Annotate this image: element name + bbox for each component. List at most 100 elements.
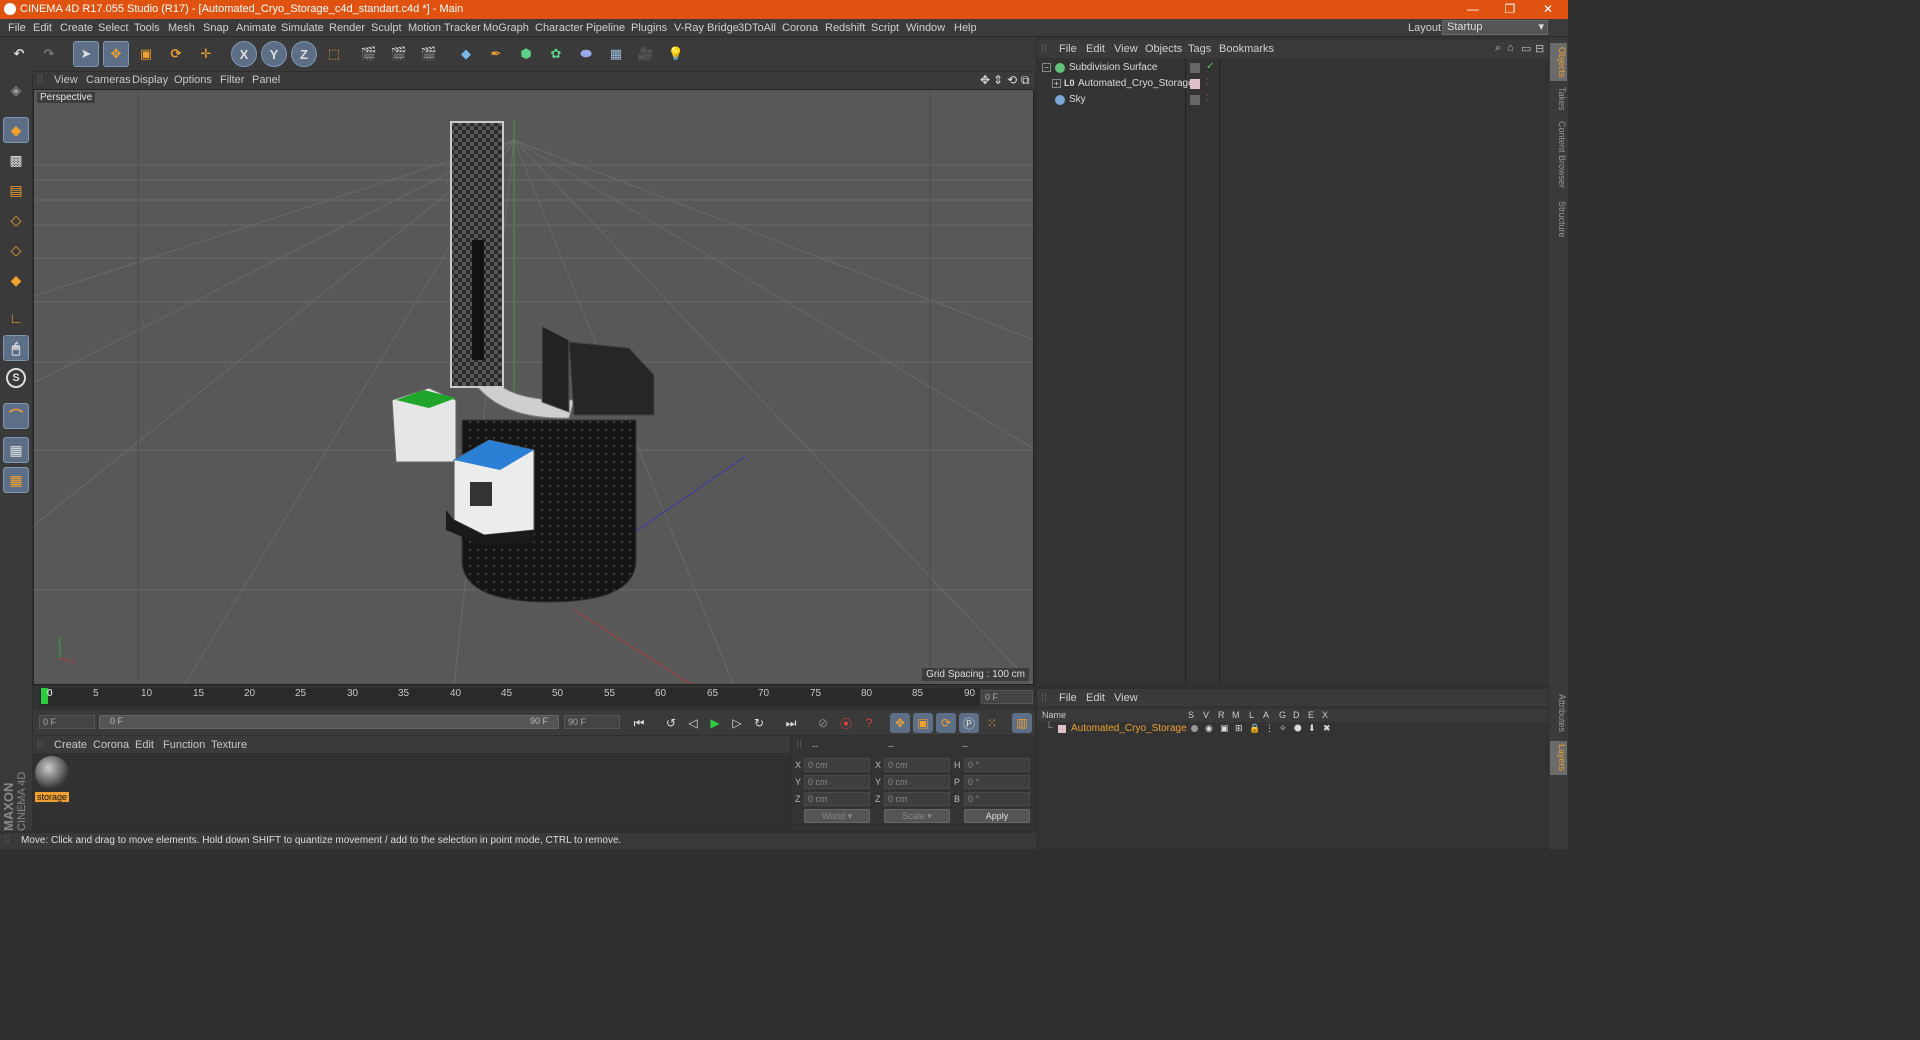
menu-help[interactable]: Help [954, 22, 977, 34]
cloner-button[interactable]: ✿ [543, 41, 569, 67]
rot-p-field[interactable]: 0 ° [964, 775, 1030, 789]
animation-icon[interactable]: ⋮ [1265, 723, 1274, 734]
editor-visibility-icon[interactable] [1190, 63, 1200, 73]
key-parameter-button[interactable]: Ⓟ [959, 713, 979, 733]
apply-button[interactable]: Apply [964, 809, 1030, 823]
material-menu-function[interactable]: Function [163, 739, 205, 751]
menu-window[interactable]: Window [906, 22, 945, 34]
menu-sculpt[interactable]: Sculpt [371, 22, 402, 34]
size-x-field[interactable]: 0 cm [884, 758, 950, 772]
enabled-check-icon[interactable]: ✓ [1206, 61, 1214, 72]
select-tool-button[interactable]: ➤ [73, 41, 99, 67]
viewport-menu-cameras[interactable]: Cameras [86, 74, 131, 86]
restore-button[interactable]: ❐ [1492, 1, 1528, 18]
go-to-end-button[interactable]: ⏭ [781, 713, 801, 733]
zoom-view-icon[interactable]: ⇕ [993, 73, 1003, 87]
menu-character[interactable]: Character [535, 22, 583, 34]
objects-menu-bookmarks[interactable]: Bookmarks [1219, 43, 1274, 55]
current-frame-field[interactable]: 0 F [981, 690, 1033, 704]
render-settings-button[interactable]: 🎬 [416, 41, 442, 67]
timeline-ruler[interactable]: 0 5 10 15 20 25 30 35 40 45 50 55 60 65 … [33, 686, 1035, 710]
generators-icon[interactable]: ✧ [1279, 723, 1287, 734]
tab-layers[interactable]: Layers [1550, 741, 1567, 775]
undo-button[interactable]: ↶ [6, 41, 32, 67]
home-icon[interactable]: ⌂ [1507, 42, 1514, 54]
menu-select[interactable]: Select [98, 22, 129, 34]
tweak-mode-button[interactable]: 🖱 [3, 335, 29, 361]
go-to-start-button[interactable]: ⏮ [629, 713, 649, 733]
polygons-mode-button[interactable]: ◆ [3, 267, 29, 293]
pos-z-field[interactable]: 0 cm [804, 792, 870, 806]
previous-frame-button[interactable]: ◁ [683, 713, 703, 733]
rot-h-field[interactable]: 0 ° [964, 758, 1030, 772]
material-swatch-storage[interactable]: storage [35, 756, 69, 802]
workplane-mode-button[interactable]: ▤ [3, 177, 29, 203]
end-frame-field[interactable]: 90 F [564, 715, 620, 729]
record-keys-button[interactable]: ⊘ [813, 713, 833, 733]
viewport-menu-display[interactable]: Display [132, 74, 168, 86]
lock-icon[interactable]: ⊟ [1535, 42, 1544, 55]
floor-button[interactable]: ▦ [603, 41, 629, 67]
render-picture-viewer-button[interactable]: 🎬 [386, 41, 412, 67]
menu-tools[interactable]: Tools [134, 22, 160, 34]
move-tool-button[interactable]: ✥ [103, 41, 129, 67]
menu-mograph[interactable]: MoGraph [483, 22, 529, 34]
pos-x-field[interactable]: 0 cm [804, 758, 870, 772]
subdivision-surface-button[interactable]: ⬢ [513, 41, 539, 67]
tab-objects[interactable]: Objects [1550, 43, 1567, 81]
size-y-field[interactable]: 0 cm [884, 775, 950, 789]
search-icon[interactable]: ⌕ [1495, 42, 1501, 55]
visibility-dots-icon[interactable]: ⁚ [1206, 77, 1209, 88]
minimize-button[interactable]: — [1455, 1, 1491, 18]
layout-select[interactable]: Startup ▾ [1442, 20, 1548, 35]
locked-workplane-button[interactable]: ▦ [3, 437, 29, 463]
previous-key-button[interactable]: ↺ [661, 713, 681, 733]
collapse-toggle-icon[interactable]: − [1042, 63, 1051, 72]
pen-spline-button[interactable]: ✒ [483, 41, 509, 67]
deformers-icon[interactable]: ⬢ [1294, 723, 1302, 734]
menu-mesh[interactable]: Mesh [168, 22, 195, 34]
tab-takes[interactable]: Takes [1550, 85, 1567, 113]
xref-icon[interactable]: ✖ [1323, 723, 1331, 734]
z-axis-lock-button[interactable]: Z [291, 41, 317, 67]
layer-row-automated-cryo-storage[interactable]: └ Automated_Cryo_Storage ◉ ▣ ⊞ 🔒 ⋮ ✧ ⬢ ⬇… [1037, 722, 1548, 736]
viewport-menu-options[interactable]: Options [174, 74, 212, 86]
layers-menu-view[interactable]: View [1114, 692, 1138, 704]
y-axis-lock-button[interactable]: Y [261, 41, 287, 67]
viewport-menu-view[interactable]: View [54, 74, 78, 86]
render-view-button[interactable]: 🎬 [356, 41, 382, 67]
keyframe-selection-button[interactable]: ? [859, 713, 879, 733]
layer-color-icon[interactable] [1190, 79, 1200, 89]
pos-y-field[interactable]: 0 cm [804, 775, 870, 789]
layers-menu-file[interactable]: File [1059, 692, 1077, 704]
layer-color-swatch[interactable] [1058, 725, 1066, 733]
object-row-sky[interactable]: Sky ⁚ [1040, 93, 1545, 109]
live-selection-button[interactable]: ✛ [193, 41, 219, 67]
rotate-view-icon[interactable]: ⟲ [1007, 73, 1017, 87]
light-button[interactable]: 💡 [663, 41, 689, 67]
menu-redshift[interactable]: Redshift [825, 22, 865, 34]
viewport-perspective[interactable]: Perspective yx Grid Spacing : 100 cm [33, 89, 1034, 685]
make-editable-button[interactable]: ◈ [3, 77, 29, 103]
pan-view-icon[interactable]: ✥ [980, 73, 990, 87]
expand-toggle-icon[interactable]: + [1052, 79, 1061, 88]
menu-render[interactable]: Render [329, 22, 365, 34]
material-menu-corona[interactable]: Corona [93, 739, 129, 751]
material-menu-create[interactable]: Create [54, 739, 87, 751]
next-frame-button[interactable]: ▷ [727, 713, 747, 733]
menu-snap[interactable]: Snap [203, 22, 229, 34]
rotate-tool-button[interactable]: ⟳ [163, 41, 189, 67]
cube-primitive-button[interactable]: ◆ [453, 41, 479, 67]
menu-script[interactable]: Script [871, 22, 899, 34]
play-button[interactable]: ▶ [705, 713, 725, 733]
objects-menu-view[interactable]: View [1114, 43, 1138, 55]
coordinate-mode-select[interactable]: World ▾ [804, 809, 870, 823]
planar-workplane-button[interactable]: ▦ [3, 467, 29, 493]
key-position-button[interactable]: ✥ [890, 713, 910, 733]
menu-edit[interactable]: Edit [33, 22, 52, 34]
size-z-field[interactable]: 0 cm [884, 792, 950, 806]
maximize-view-icon[interactable]: ⧉ [1021, 73, 1030, 88]
texture-mode-button[interactable]: ▩ [3, 147, 29, 173]
snap-button[interactable]: S [3, 365, 29, 391]
menu-plugins[interactable]: Plugins [631, 22, 667, 34]
